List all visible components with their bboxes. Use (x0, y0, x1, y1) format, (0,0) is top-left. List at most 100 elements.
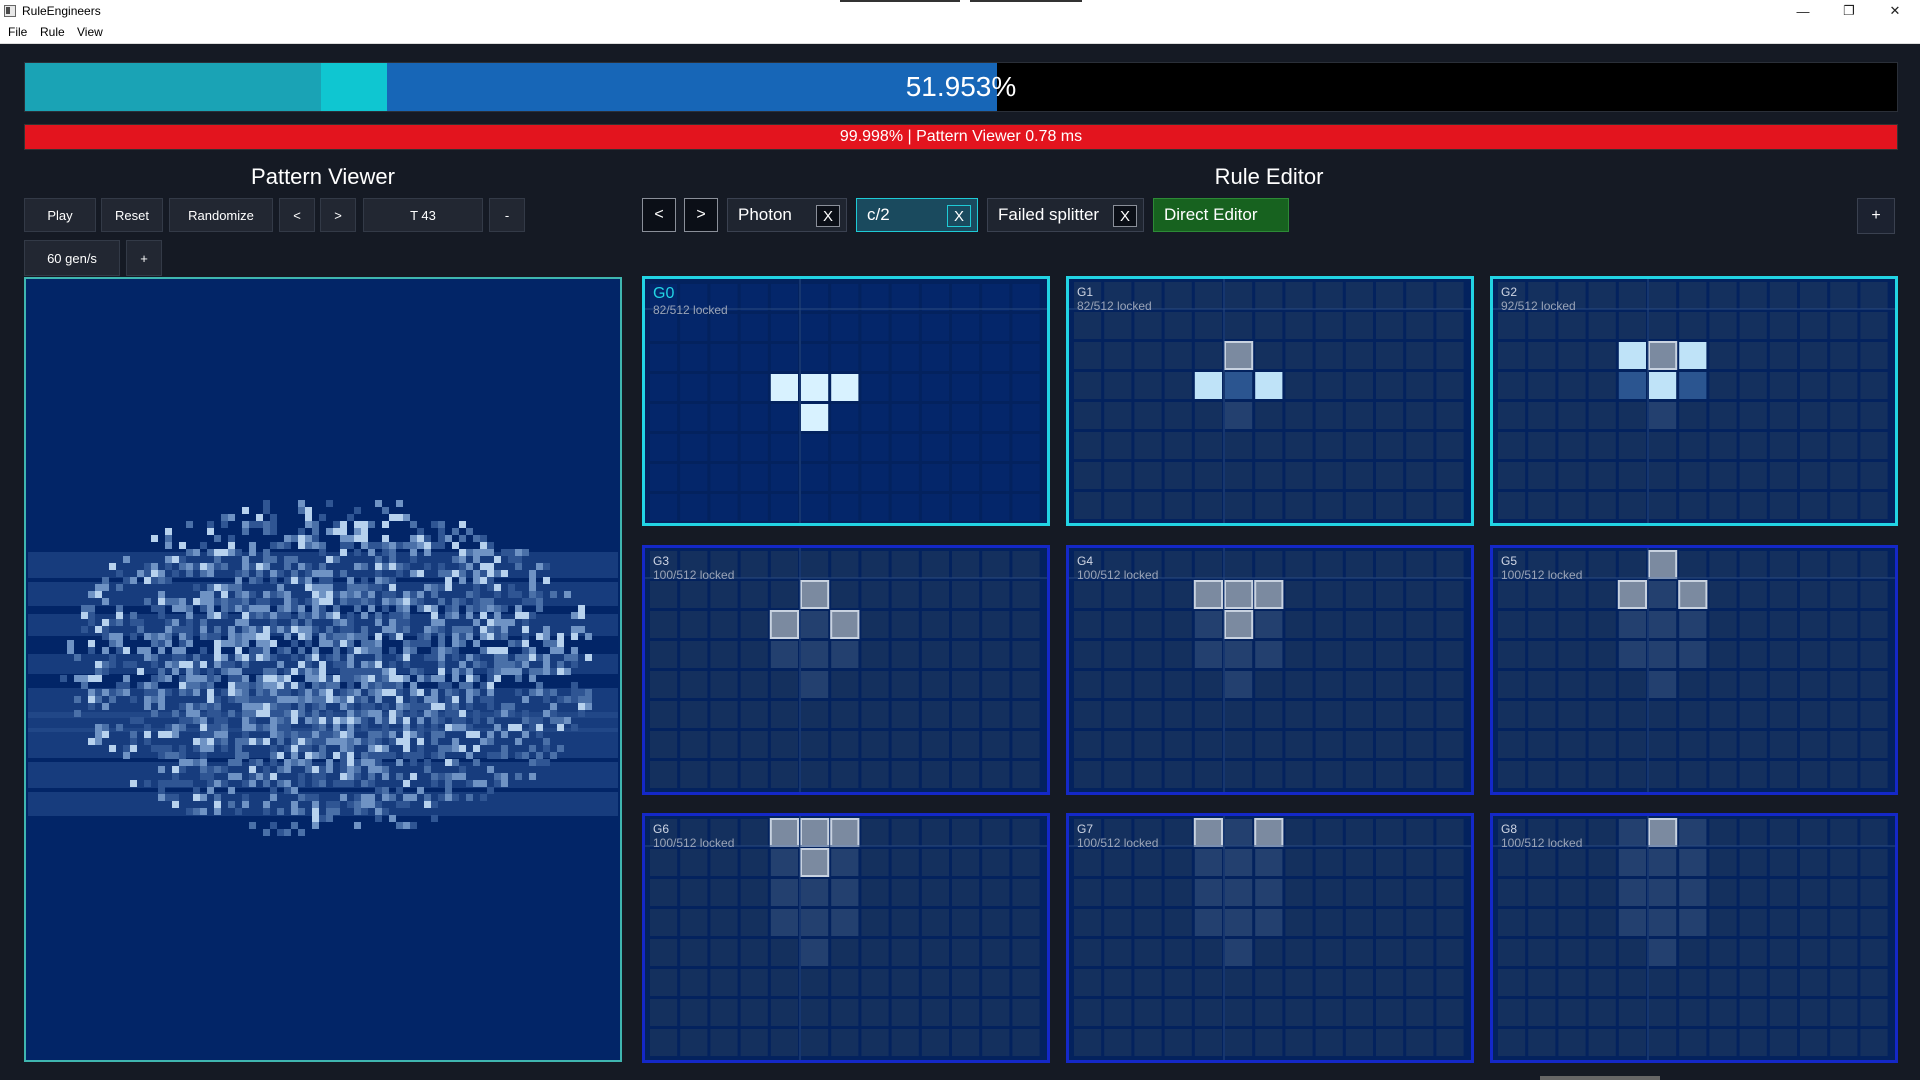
rule-cell[interactable] (1558, 671, 1586, 698)
rule-cell[interactable] (1830, 342, 1858, 369)
rule-cell[interactable] (1679, 342, 1707, 369)
rule-cell[interactable] (921, 969, 949, 996)
rule-cell[interactable] (1345, 372, 1373, 399)
rule-prev-button[interactable]: < (642, 198, 676, 232)
rule-cell[interactable] (1194, 1029, 1222, 1056)
rule-cell[interactable] (1800, 701, 1828, 728)
rule-cell[interactable] (1225, 849, 1253, 876)
rule-card-g3[interactable]: G3 100/512 locked (642, 545, 1050, 795)
rule-cell[interactable] (1164, 819, 1192, 846)
rule-cell[interactable] (770, 404, 798, 431)
rule-cell[interactable] (1709, 671, 1737, 698)
rule-cell[interactable] (861, 581, 889, 608)
rule-cell[interactable] (710, 909, 738, 936)
rule-cell[interactable] (801, 494, 829, 521)
rule-cell[interactable] (1134, 671, 1162, 698)
rule-cell[interactable] (770, 969, 798, 996)
rule-cell[interactable] (1285, 849, 1313, 876)
rule-cell[interactable] (1074, 969, 1102, 996)
rule-cell[interactable] (1164, 581, 1192, 608)
rule-cell[interactable] (740, 731, 768, 758)
rule-card-g7[interactable]: G7 100/512 locked (1066, 813, 1474, 1063)
rule-cell[interactable] (1285, 282, 1313, 309)
rule-cell[interactable] (1588, 342, 1616, 369)
rule-cell[interactable] (1769, 641, 1797, 668)
rule-cell[interactable] (1406, 701, 1434, 728)
rule-cell[interactable] (1074, 492, 1102, 519)
rule-cell[interactable] (1285, 909, 1313, 936)
rule-cell[interactable] (1588, 939, 1616, 966)
rule-cell[interactable] (1739, 969, 1767, 996)
rule-cell[interactable] (650, 404, 678, 431)
rule-cell[interactable] (1679, 879, 1707, 906)
rule-cell[interactable] (861, 551, 889, 578)
rule-cell[interactable] (1558, 611, 1586, 638)
rule-cell[interactable] (1860, 641, 1888, 668)
rule-cell[interactable] (831, 581, 859, 608)
rule-cell[interactable] (1648, 818, 1678, 847)
rule-cell[interactable] (1134, 372, 1162, 399)
rule-cell[interactable] (1800, 761, 1828, 788)
rule-cell[interactable] (1074, 432, 1102, 459)
rule-cell[interactable] (1315, 1029, 1343, 1056)
rule-cell[interactable] (861, 404, 889, 431)
rule-cell[interactable] (861, 641, 889, 668)
rule-cell[interactable] (1074, 909, 1102, 936)
rule-cell[interactable] (1255, 701, 1283, 728)
rule-cell[interactable] (650, 464, 678, 491)
rule-cell[interactable] (982, 701, 1010, 728)
rule-cell[interactable] (861, 611, 889, 638)
rule-cell[interactable] (1194, 611, 1222, 638)
rule-cell[interactable] (1255, 402, 1283, 429)
rule-cell[interactable] (891, 344, 919, 371)
rule-cell[interactable] (1739, 342, 1767, 369)
rule-cell[interactable] (770, 551, 798, 578)
rule-cell[interactable] (1830, 282, 1858, 309)
rule-cell[interactable] (831, 879, 859, 906)
rule-cell[interactable] (680, 701, 708, 728)
rule-cell[interactable] (1498, 909, 1526, 936)
rule-cell[interactable] (1498, 312, 1526, 339)
rule-card-g0[interactable]: G0 82/512 locked (642, 276, 1050, 526)
rule-cell[interactable] (801, 551, 829, 578)
rule-cell[interactable] (921, 551, 949, 578)
rule-cell[interactable] (1285, 671, 1313, 698)
rule-card-g8[interactable]: G8 100/512 locked (1490, 813, 1898, 1063)
rule-cell[interactable] (1830, 312, 1858, 339)
rule-cell[interactable] (1558, 581, 1586, 608)
rule-cell[interactable] (952, 404, 980, 431)
rule-cell[interactable] (1800, 342, 1828, 369)
rule-cell[interactable] (952, 581, 980, 608)
rule-cell[interactable] (1830, 671, 1858, 698)
rule-cell[interactable] (710, 701, 738, 728)
rule-cell[interactable] (1255, 671, 1283, 698)
rule-cell[interactable] (710, 611, 738, 638)
rule-cell[interactable] (1406, 312, 1434, 339)
rule-cell[interactable] (1436, 999, 1464, 1026)
rule-cell[interactable] (952, 344, 980, 371)
rule-cell[interactable] (1830, 819, 1858, 846)
rule-cell[interactable] (1679, 819, 1707, 846)
rule-cell[interactable] (1618, 671, 1646, 698)
rule-cell[interactable] (1376, 282, 1404, 309)
rule-cell[interactable] (1558, 999, 1586, 1026)
rule-cell[interactable] (952, 939, 980, 966)
rule-cell[interactable] (952, 494, 980, 521)
rule-cell[interactable] (831, 344, 859, 371)
rule-cell[interactable] (1406, 372, 1434, 399)
rule-cell[interactable] (1104, 701, 1132, 728)
rule-cell[interactable] (1769, 581, 1797, 608)
rule-cell[interactable] (1558, 342, 1586, 369)
rule-cell[interactable] (1164, 761, 1192, 788)
rule-cell[interactable] (982, 284, 1010, 311)
rule-cell[interactable] (861, 284, 889, 311)
rule-cell[interactable] (1709, 312, 1737, 339)
rule-cell[interactable] (1679, 1029, 1707, 1056)
rule-cell[interactable] (921, 761, 949, 788)
rule-grid[interactable] (1069, 816, 1471, 1060)
rule-cell[interactable] (1285, 731, 1313, 758)
rule-cell[interactable] (861, 494, 889, 521)
rule-cell[interactable] (770, 731, 798, 758)
rule-cell[interactable] (1709, 432, 1737, 459)
rule-cell[interactable] (1860, 372, 1888, 399)
